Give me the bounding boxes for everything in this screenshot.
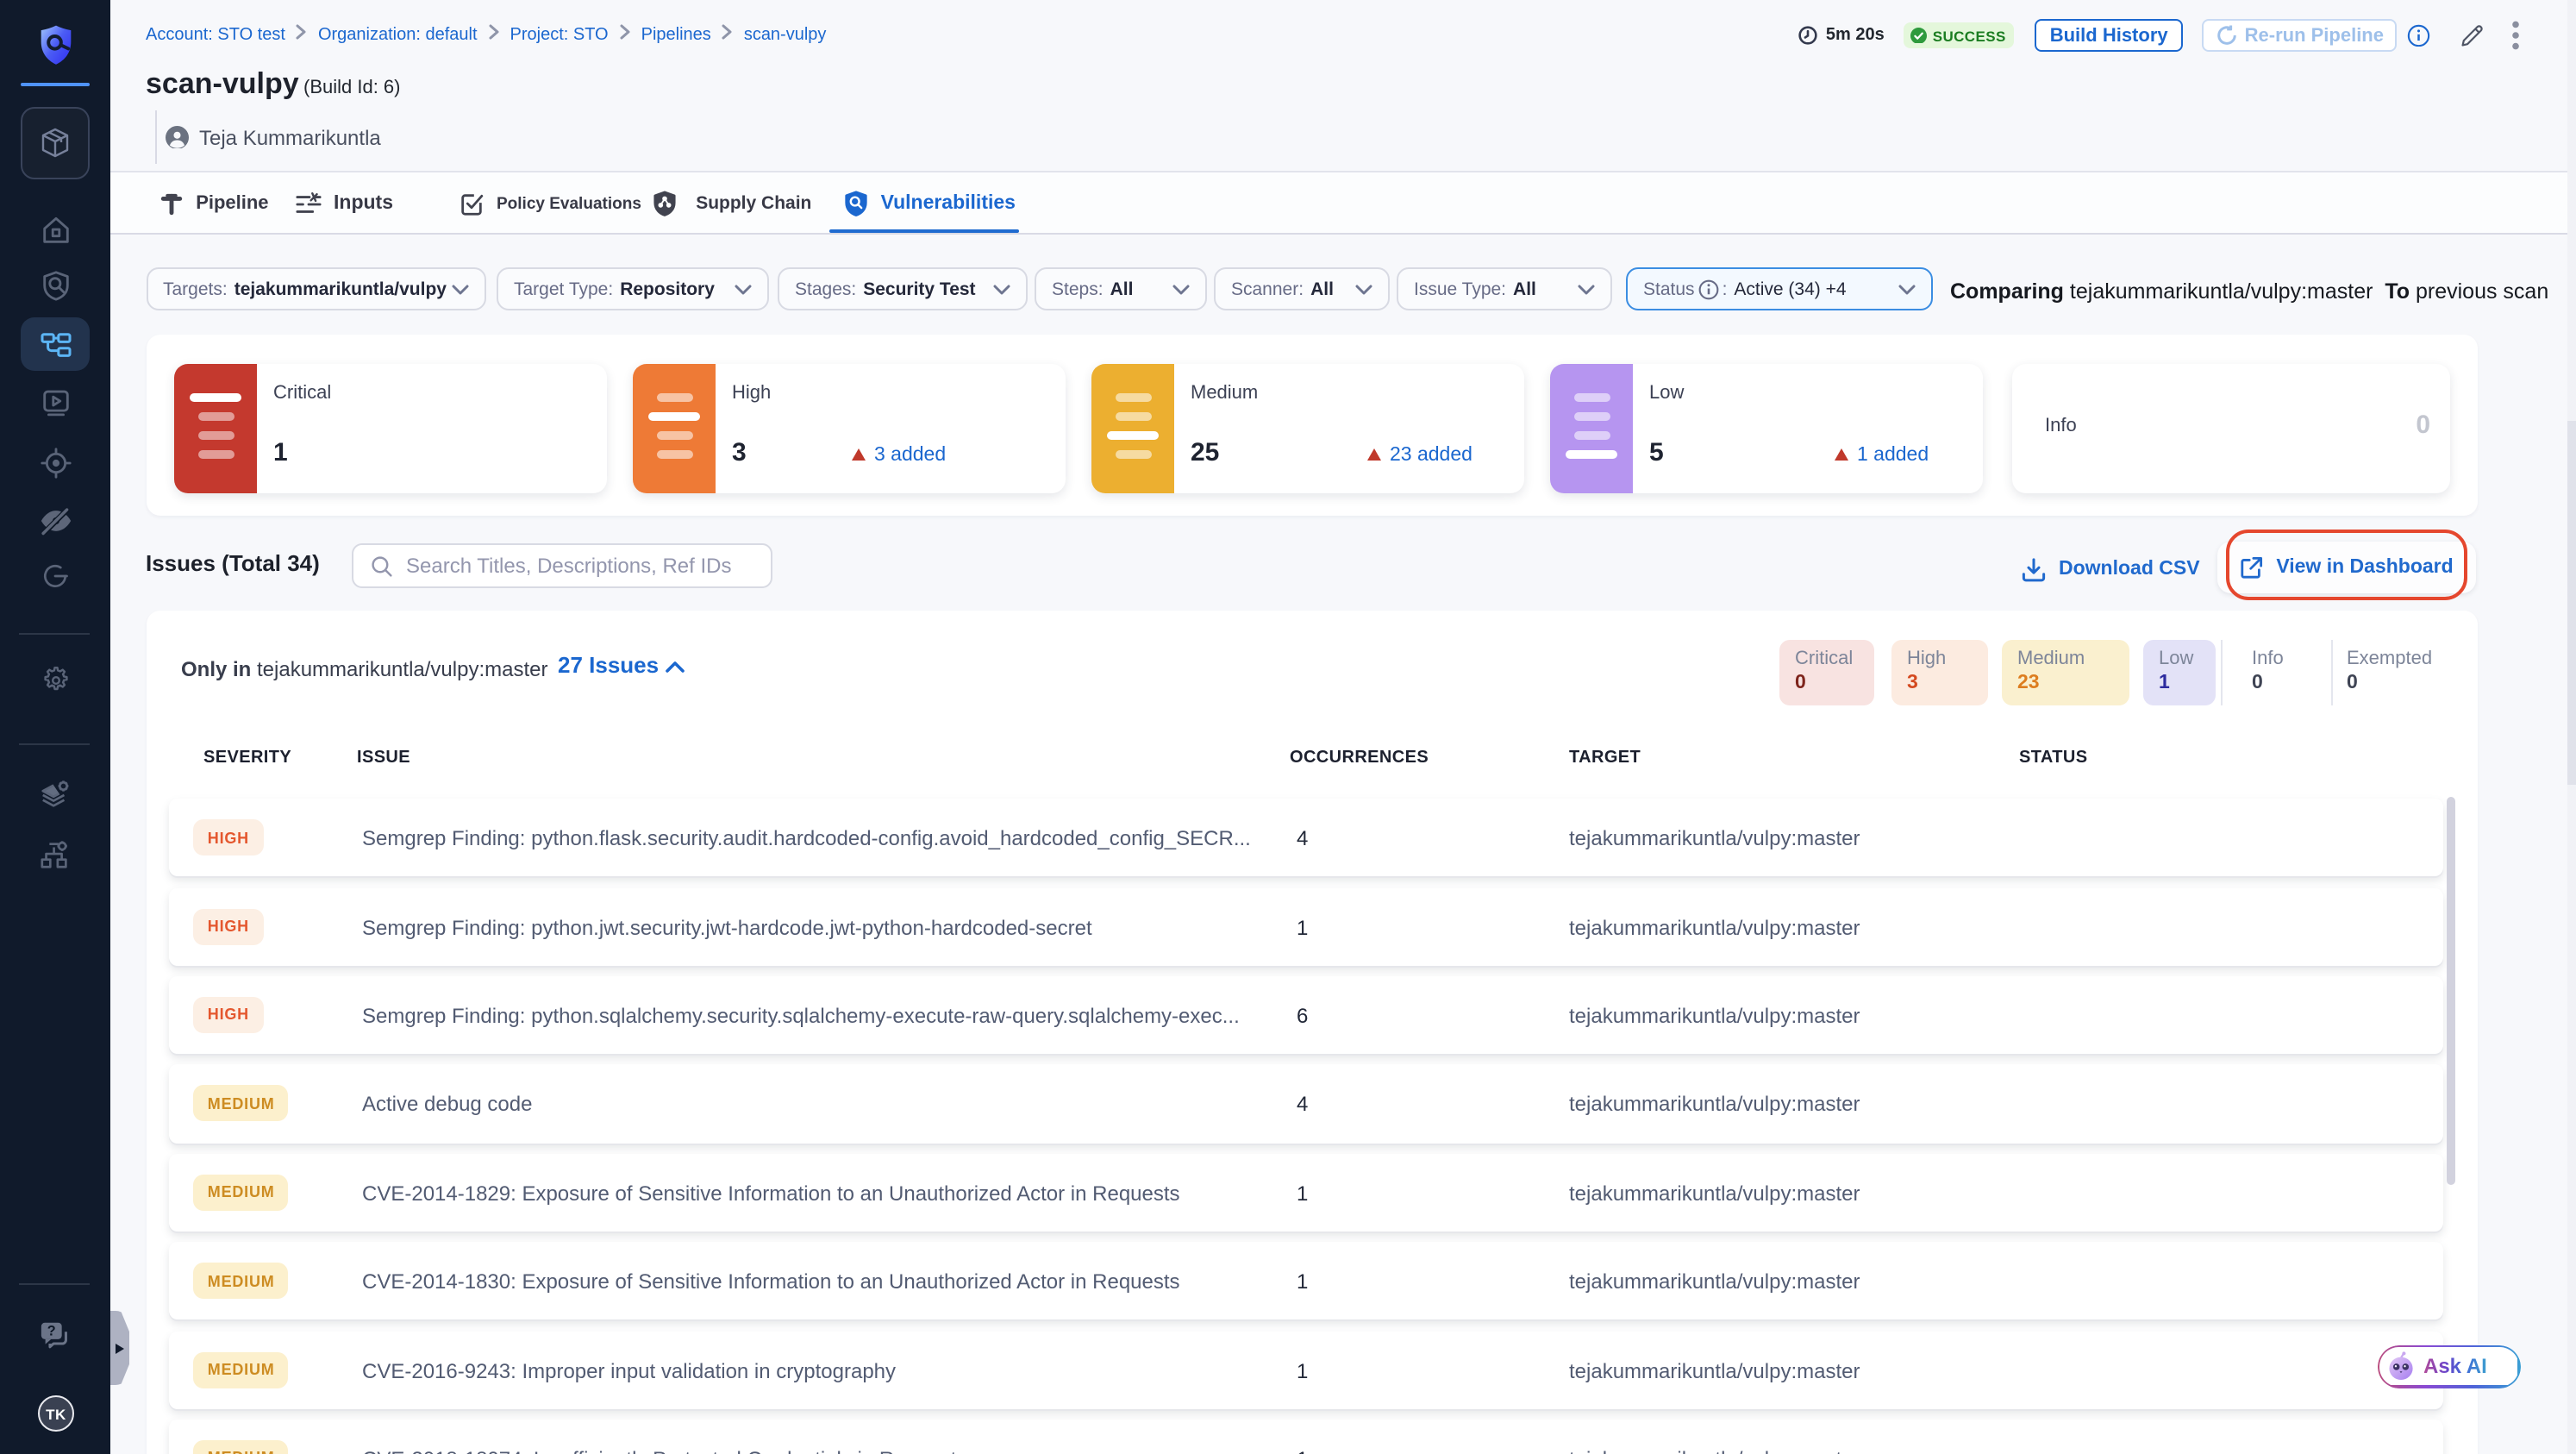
svg-text:?: ?: [47, 1324, 55, 1339]
